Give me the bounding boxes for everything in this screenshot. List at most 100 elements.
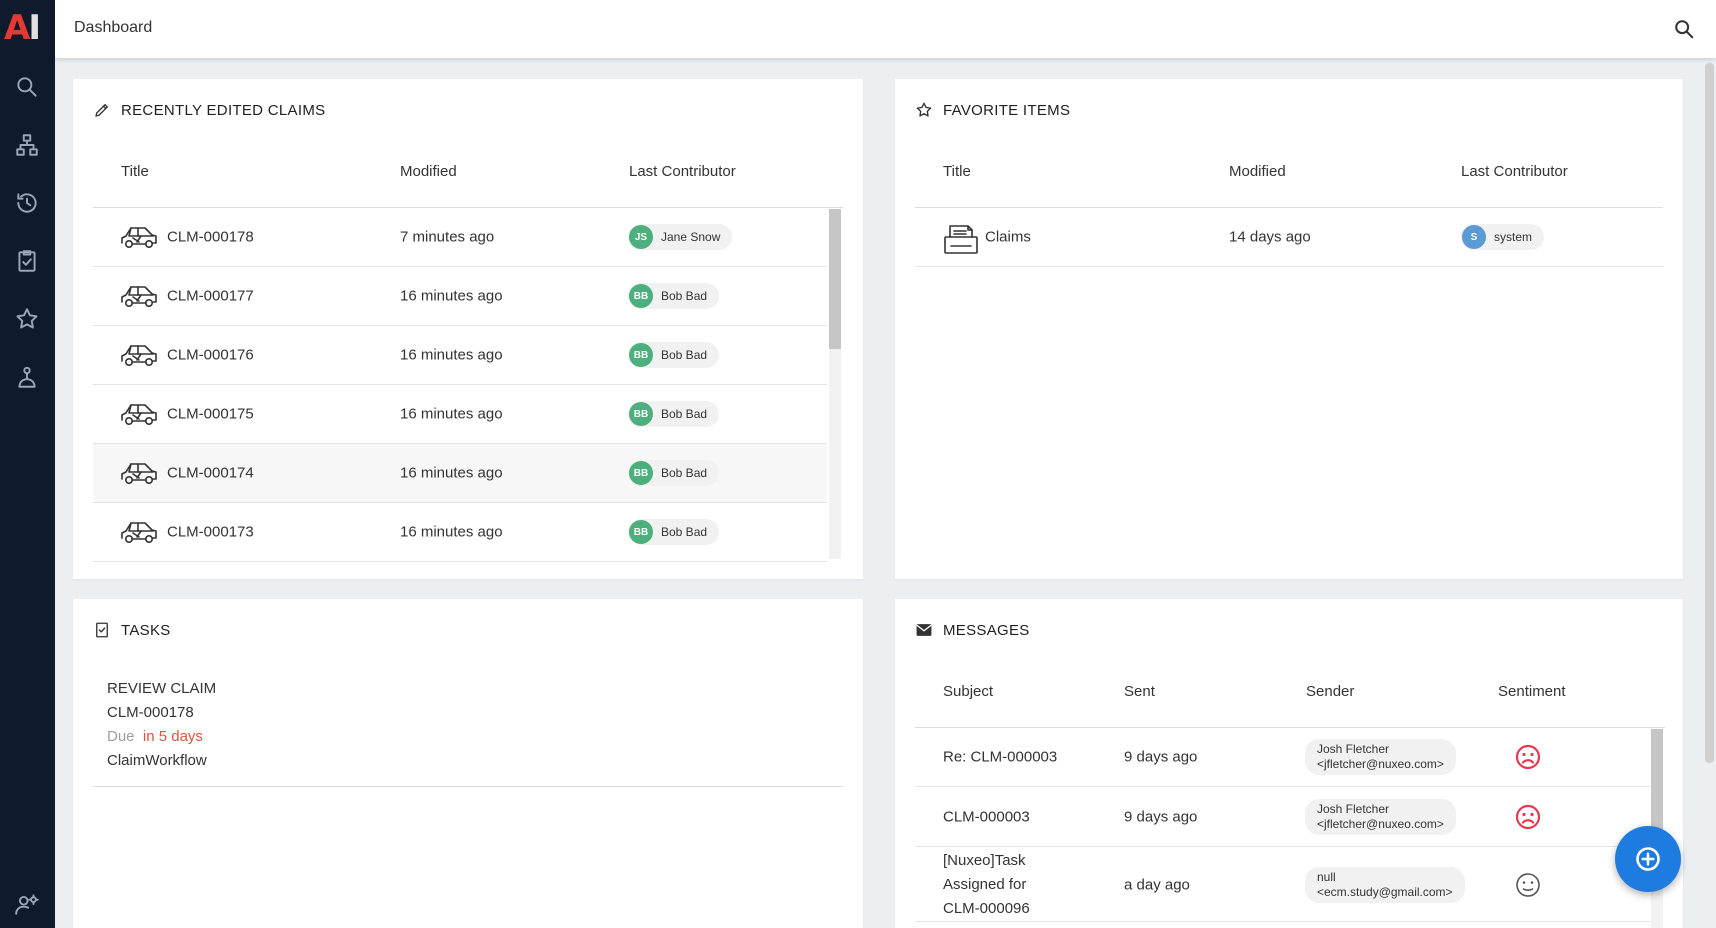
sender-chip: Josh Fletcher <jfletcher@nuxeo.com>: [1305, 739, 1456, 775]
avatar: BB: [629, 402, 653, 426]
create-button[interactable]: [1615, 826, 1681, 892]
task-name[interactable]: REVIEW CLAIM: [107, 677, 216, 701]
claim-modified: 7 minutes ago: [400, 228, 495, 246]
sender-chip: Josh Fletcher <jfletcher@nuxeo.com>: [1305, 799, 1456, 835]
message-sent: 9 days ago: [1124, 748, 1198, 766]
message-sent: 9 days ago: [1124, 808, 1198, 826]
car-icon: [119, 281, 159, 311]
claim-title[interactable]: CLM-000175: [167, 406, 254, 423]
claim-modified: 16 minutes ago: [400, 405, 503, 423]
avatar: BB: [629, 461, 653, 485]
sad-face-icon: [1515, 744, 1541, 770]
history-icon[interactable]: [10, 186, 44, 220]
user-icon[interactable]: [10, 360, 44, 394]
msg-col-subject[interactable]: Subject: [943, 683, 993, 700]
claims-scrollbar[interactable]: [829, 209, 841, 559]
fav-col-title[interactable]: Title: [943, 163, 971, 180]
car-icon: [119, 517, 159, 547]
task-item[interactable]: REVIEW CLAIM CLM-000178 Due in 5 days Cl…: [107, 677, 216, 773]
message-row[interactable]: CLM-000003 9 days ago Josh Fletcher <jfl…: [915, 788, 1651, 847]
sidebar: AI: [0, 0, 55, 928]
header-search-icon[interactable]: [1670, 15, 1698, 43]
task-target[interactable]: CLM-000178: [107, 701, 216, 725]
car-icon: [119, 399, 159, 429]
star-icon[interactable]: [10, 302, 44, 336]
contributor-chip: BB Bob Bad: [628, 519, 720, 545]
claim-modified: 16 minutes ago: [400, 287, 503, 305]
task-divider: [93, 786, 843, 787]
tasks-card: TASKS REVIEW CLAIM CLM-000178 Due in 5 d…: [73, 599, 863, 928]
claim-title[interactable]: CLM-000176: [167, 347, 254, 364]
contributor-chip: JS Jane Snow: [628, 224, 733, 250]
avatar: JS: [629, 225, 653, 249]
claim-title[interactable]: CLM-000174: [167, 465, 254, 482]
task-workflow: ClaimWorkflow: [107, 752, 207, 769]
favorite-items-heading: FAVORITE ITEMS: [915, 101, 1070, 119]
task-due: Due in 5 days: [107, 728, 203, 745]
claims-scrollbar-thumb[interactable]: [829, 209, 841, 349]
claim-row[interactable]: CLM-000175 16 minutes ago BB Bob Bad: [93, 385, 827, 444]
claim-modified: 16 minutes ago: [400, 523, 503, 541]
fav-col-modified[interactable]: Modified: [1229, 163, 1286, 180]
claim-row[interactable]: CLM-000174 16 minutes ago BB Bob Bad: [93, 444, 827, 503]
message-row[interactable]: Re: CLM-000003 9 days ago Josh Fletcher …: [915, 728, 1651, 787]
page-scrollbar[interactable]: [1705, 63, 1714, 763]
claim-modified: 16 minutes ago: [400, 346, 503, 364]
col-modified[interactable]: Modified: [400, 163, 457, 180]
contributor-chip: S system: [1461, 224, 1545, 250]
claim-title[interactable]: CLM-000178: [167, 229, 254, 246]
avatar: BB: [629, 343, 653, 367]
claim-modified: 16 minutes ago: [400, 464, 503, 482]
hierarchy-icon[interactable]: [10, 128, 44, 162]
search-icon[interactable]: [10, 70, 44, 104]
message-subject[interactable]: Re: CLM-000003: [943, 749, 1057, 766]
envelope-icon: [916, 624, 932, 636]
msg-col-sentiment[interactable]: Sentiment: [1498, 683, 1566, 700]
favorite-modified: 14 days ago: [1229, 228, 1311, 246]
user-settings-icon[interactable]: [10, 887, 44, 921]
contributor-chip: BB Bob Bad: [628, 342, 720, 368]
contributor-chip: BB Bob Bad: [628, 460, 720, 486]
col-title[interactable]: Title: [121, 163, 149, 180]
sad-face-icon: [1515, 804, 1541, 830]
sender-chip: null <ecm.study@gmail.com>: [1305, 866, 1465, 903]
task-icon: [96, 622, 108, 638]
claim-title[interactable]: CLM-000173: [167, 524, 254, 541]
message-subject[interactable]: CLM-000003: [943, 809, 1030, 826]
claim-row[interactable]: CLM-000177 16 minutes ago BB Bob Bad: [93, 267, 827, 326]
messages-card: MESSAGES Subject Sent Sender Sentiment R…: [895, 599, 1683, 928]
recent-claims-heading: RECENTLY EDITED CLAIMS: [93, 101, 325, 119]
favorite-row[interactable]: Claims 14 days ago S system: [915, 208, 1663, 267]
claim-row[interactable]: CLM-000176 16 minutes ago BB Bob Bad: [93, 326, 827, 385]
page-title: Dashboard: [74, 19, 153, 36]
claim-row[interactable]: CLM-000178 7 minutes ago JS Jane Snow: [93, 208, 827, 267]
col-last-contributor[interactable]: Last Contributor: [629, 163, 736, 180]
avatar: BB: [629, 284, 653, 308]
contributor-chip: BB Bob Bad: [628, 401, 720, 427]
avatar: BB: [629, 520, 653, 544]
fav-col-last-contributor[interactable]: Last Contributor: [1461, 163, 1568, 180]
message-sent: a day ago: [1124, 876, 1190, 893]
claim-title[interactable]: CLM-000177: [167, 288, 254, 305]
message-subject[interactable]: [Nuxeo]Task Assigned for CLM-000096: [943, 849, 1030, 921]
folder-documents-icon: [941, 222, 981, 254]
car-icon: [119, 340, 159, 370]
plus-circle-icon: [1636, 847, 1660, 871]
tasks-heading: TASKS: [93, 621, 171, 639]
favorite-title[interactable]: Claims: [985, 229, 1031, 246]
star-icon: [916, 102, 932, 117]
pencil-icon: [95, 104, 108, 117]
favorite-items-card: FAVORITE ITEMS Title Modified Last Contr…: [895, 79, 1683, 579]
car-icon: [119, 458, 159, 488]
tasks-icon[interactable]: [10, 244, 44, 278]
neutral-face-icon: [1515, 872, 1541, 898]
contributor-chip: BB Bob Bad: [628, 283, 720, 309]
claim-row[interactable]: CLM-000173 16 minutes ago BB Bob Bad: [93, 503, 827, 562]
top-header: Dashboard: [55, 0, 1716, 58]
app-logo[interactable]: AI: [4, 8, 50, 48]
msg-col-sent[interactable]: Sent: [1124, 683, 1155, 700]
avatar: S: [1462, 225, 1486, 249]
car-icon: [119, 222, 159, 252]
msg-col-sender[interactable]: Sender: [1306, 683, 1354, 700]
message-row[interactable]: [Nuxeo]Task Assigned for CLM-000096 a da…: [915, 848, 1651, 922]
